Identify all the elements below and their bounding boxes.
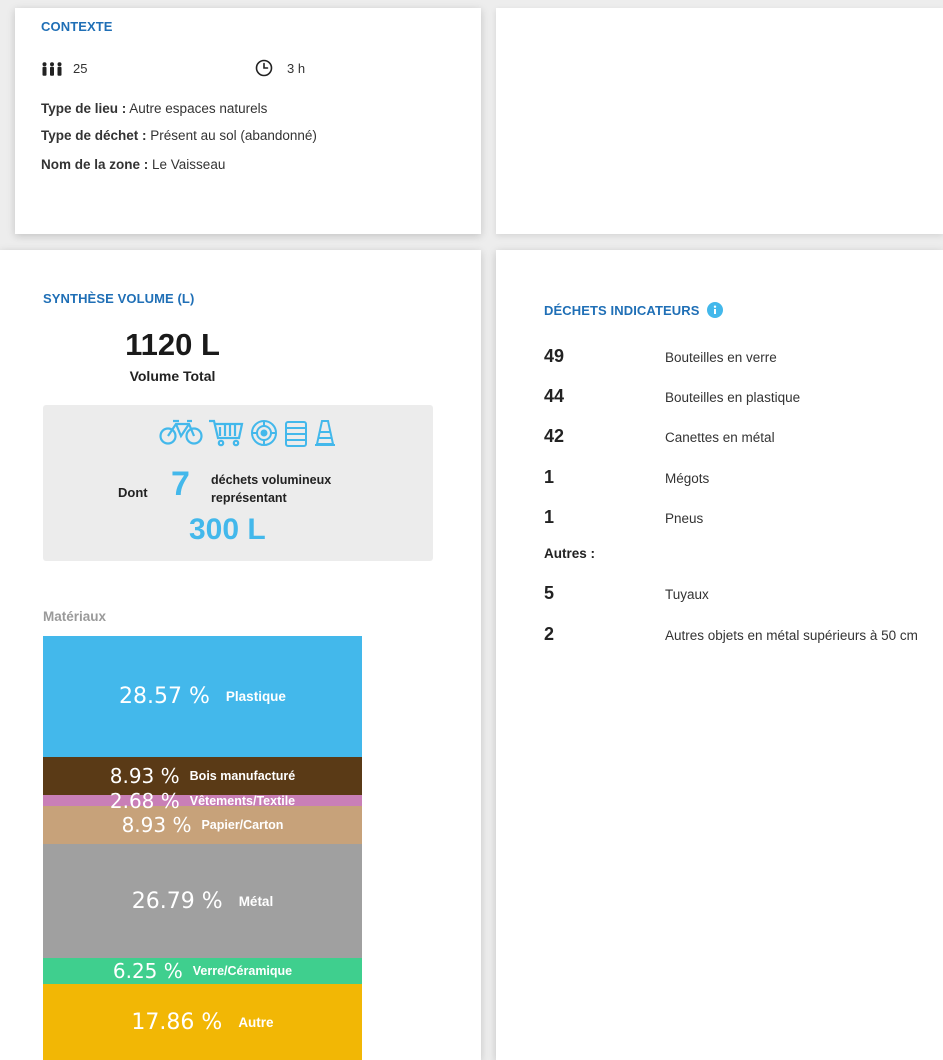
indicator-count: 44 (544, 386, 565, 406)
indicators-title: DÉCHETS INDICATEURS (544, 302, 700, 318)
indicator-count: 1 (544, 507, 555, 527)
waste-type-label: Type de déchet : (41, 128, 147, 143)
participants-count: 25 (73, 61, 88, 76)
material-segment: 6.25 % Verre/Céramique (43, 958, 362, 984)
others-label: Autres : (544, 546, 596, 561)
total-volume: 1120 L (125, 327, 220, 362)
info-icon[interactable] (706, 302, 723, 318)
cone-icon (313, 418, 337, 453)
indicator-count: 42 (544, 426, 565, 446)
context-title: CONTEXTE (41, 19, 113, 34)
indicator-label: Tuyaux (665, 587, 709, 602)
duration-stat: 3 h (255, 59, 305, 77)
indicator-label: Pneus (665, 511, 704, 526)
zone-name-line: Nom de la zone : Le Vaisseau (41, 157, 225, 172)
volume-title: SYNTHÈSE VOLUME (L) (43, 291, 195, 306)
bulky-waste-box: Dont 7 déchets volumineux représentant 3… (43, 405, 433, 561)
material-name: Papier/Carton (201, 818, 284, 832)
material-percent: 28.57 % (119, 684, 210, 709)
indicator-label: Mégots (665, 471, 710, 486)
bulky-prefix: Dont (118, 485, 148, 500)
context-card: CONTEXTE 25 3 h Type de lieu : Autre esp… (15, 8, 481, 234)
material-name: Métal (238, 893, 274, 909)
bulky-volume: 300 L (189, 513, 266, 546)
material-name: Verre/Céramique (192, 964, 293, 978)
duration-value: 3 h (287, 60, 306, 76)
waste-type-line: Type de déchet : Présent au sol (abandon… (41, 128, 317, 143)
material-percent: 17.86 % (131, 1009, 223, 1035)
empty-card (496, 8, 943, 234)
material-percent: 26.79 % (131, 888, 223, 914)
zone-name-label: Nom de la zone : (41, 157, 149, 172)
material-name: Vêtements/Textile (189, 793, 296, 808)
volume-card: SYNTHÈSE VOLUME (L) 1120 L Volume Total (0, 250, 481, 1060)
total-volume-label: Volume Total (129, 368, 216, 384)
place-type-label: Type de lieu : (41, 101, 127, 116)
indicator-count: 5 (544, 583, 555, 603)
indicator-label: Bouteilles en verre (665, 350, 777, 365)
bulky-text-1: déchets volumineux (211, 473, 332, 487)
indicators-heading: DÉCHETS INDICATEURS (544, 302, 723, 318)
bulky-description: déchets volumineux représentant (211, 471, 331, 507)
indicator-label: Bouteilles en plastique (665, 390, 801, 405)
shopping-cart-icon (207, 418, 245, 453)
material-segment: 28.57 % Plastique (43, 636, 362, 757)
indicator-count: 2 (544, 624, 555, 644)
people-icon (41, 61, 63, 76)
bulky-count: 7 (171, 465, 190, 503)
material-percent: 8.93 % (109, 764, 180, 788)
participants-stat: 25 (41, 61, 87, 76)
material-name: Plastique (225, 689, 286, 704)
material-segment: 8.93 % Bois manufacturé (43, 757, 362, 795)
appliance-icon (283, 418, 309, 453)
bulky-text-2: représentant (211, 491, 287, 505)
material-segment: 2.68 % Vêtements/Textile (43, 789, 362, 813)
materials-stacked-bar: 28.57 % Plastique 8.93 % Bois manufacturé 2.… (43, 636, 362, 1060)
material-segment: 26.79 % Métal (43, 844, 362, 958)
material-percent: 6.25 % (112, 959, 183, 983)
zone-name-value: Le Vaisseau (152, 157, 226, 172)
material-segment: 8.93 % Papier/Carton (43, 806, 362, 844)
material-name: Bois manufacturé (189, 769, 296, 783)
material-percent: 8.93 % (121, 813, 192, 837)
tire-icon (249, 418, 279, 453)
waste-type-value: Présent au sol (abandonné) (150, 128, 317, 143)
indicator-label: Autres objets en métal supérieurs à 50 c… (665, 628, 918, 643)
indicators-card: DÉCHETS INDICATEURS 49 Bouteilles en ver… (496, 250, 943, 1060)
bicycle-icon (159, 418, 203, 453)
indicator-count: 49 (544, 346, 565, 366)
place-type-value: Autre espaces naturels (129, 101, 268, 116)
indicator-count: 1 (544, 467, 555, 487)
place-type-line: Type de lieu : Autre espaces naturels (41, 101, 267, 116)
material-segment: 17.86 % Autre (43, 984, 362, 1060)
indicator-label: Canettes en métal (665, 430, 775, 445)
material-percent: 2.68 % (109, 788, 180, 813)
bulky-icons (159, 418, 337, 453)
materials-label: Matériaux (43, 609, 107, 624)
material-name: Autre (238, 1014, 274, 1030)
clock-icon (255, 59, 273, 77)
